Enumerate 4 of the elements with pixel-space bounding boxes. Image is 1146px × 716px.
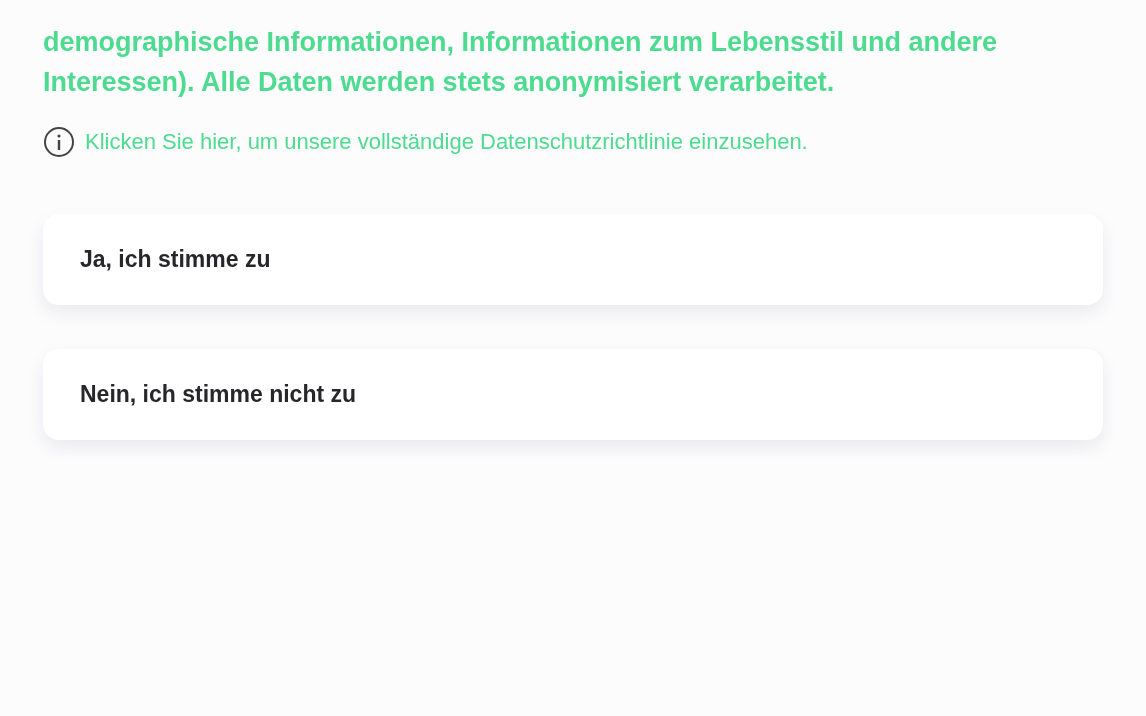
info-icon xyxy=(43,126,75,158)
consent-paragraph: demographische Informationen, Informationen zum Lebensstil und andere Interessen). Alle Daten werden stets anonymisiert verarbeitet. xyxy=(43,26,999,99)
answer-option[interactable]: Ja, ich stimme zu xyxy=(43,214,1103,305)
answer-option[interactable]: Nein, ich stimme nicht zu xyxy=(43,349,1103,440)
